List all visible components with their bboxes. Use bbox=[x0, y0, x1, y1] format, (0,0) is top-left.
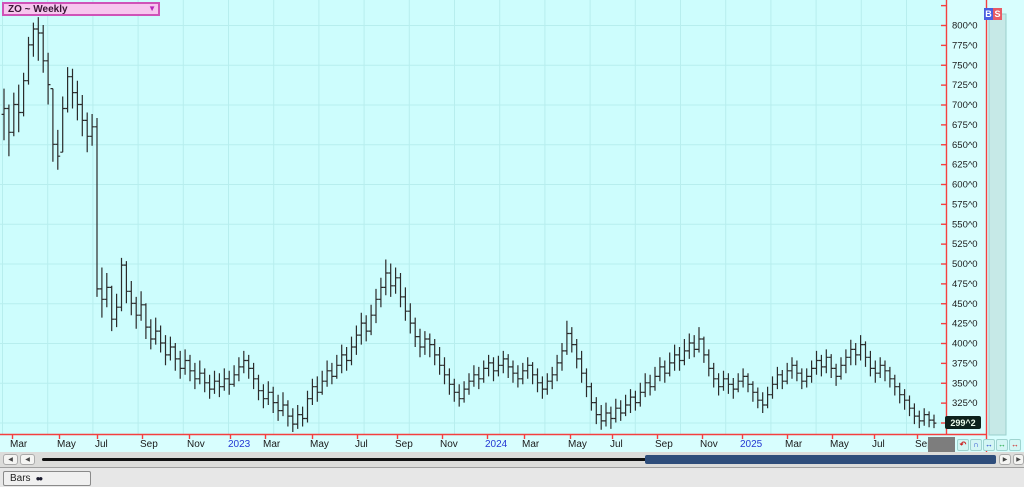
x-axis-tick-label: May bbox=[310, 439, 329, 450]
chart-tools: ↶ ∩ ↔ ↔ ↔ bbox=[957, 439, 1021, 451]
x-axis-tick-label: May bbox=[830, 439, 849, 450]
compress-bars-button[interactable]: ↔ bbox=[1009, 439, 1021, 451]
x-axis-tick-label: Sep bbox=[395, 439, 413, 450]
horizontal-scrollbar[interactable]: ◀ ◀ ▶ ▶ bbox=[0, 452, 1024, 467]
y-axis-tick-label: 800^0 bbox=[952, 21, 978, 32]
y-axis-tick-label: 575^0 bbox=[952, 199, 978, 210]
binoculars-icon: ●● bbox=[36, 474, 42, 483]
undo-button[interactable]: ↶ bbox=[957, 439, 969, 451]
y-axis-tick-label: 725^0 bbox=[952, 80, 978, 91]
x-axis-tick-label: Nov bbox=[187, 439, 205, 450]
x-axis-tick-label: Mar bbox=[522, 439, 540, 450]
scroll-far-right-button[interactable]: ▶ bbox=[1013, 454, 1024, 465]
x-axis-tick-label: May bbox=[57, 439, 76, 450]
scroll-left-button[interactable]: ◀ bbox=[20, 454, 35, 465]
x-axis-tick-label: Nov bbox=[700, 439, 718, 450]
x-axis-tick-label: May bbox=[568, 439, 587, 450]
status-bar: Bars ●● bbox=[0, 467, 1024, 487]
y-axis-tick-label: 350^0 bbox=[952, 378, 978, 389]
y-axis-tick-label: 750^0 bbox=[952, 60, 978, 71]
y-axis-tick-label: 475^0 bbox=[952, 279, 978, 290]
x-axis-tick-label: Jul bbox=[355, 439, 368, 450]
y-axis-tick-label: 500^0 bbox=[952, 259, 978, 270]
symbol-period-dropdown[interactable]: ZO ~ Weekly ▼ bbox=[2, 2, 160, 16]
x-axis-tick-label: 2025 bbox=[740, 439, 763, 450]
fit-width-icon: ↔ bbox=[985, 441, 993, 449]
x-axis-tick-label: Jul bbox=[872, 439, 885, 450]
y-axis-tick-label: 550^0 bbox=[952, 219, 978, 230]
x-axis-tick-label: Mar bbox=[263, 439, 281, 450]
arrow-left-icon: ◀ bbox=[25, 457, 30, 463]
y-axis-tick-label: 775^0 bbox=[952, 40, 978, 51]
x-axis-tick-label: Mar bbox=[785, 439, 803, 450]
y-axis-tick-label: 600^0 bbox=[952, 180, 978, 191]
symbol-period-label: ZO ~ Weekly bbox=[8, 4, 148, 15]
undo-icon: ↶ bbox=[960, 441, 967, 449]
x-axis-tick-label: Jul bbox=[95, 439, 108, 450]
expand-bars-button[interactable]: ↔ bbox=[996, 439, 1008, 451]
x-axis-tick-label: Jul bbox=[610, 439, 623, 450]
x-axis-tick-label: Sep bbox=[140, 439, 158, 450]
y-axis-tick-label: 700^0 bbox=[952, 100, 978, 111]
y-axis-tick-label: 325^0 bbox=[952, 398, 978, 409]
magnet-icon: ∩ bbox=[973, 441, 979, 449]
tab-bars[interactable]: Bars ●● bbox=[3, 471, 91, 486]
scroll-right-button[interactable]: ▶ bbox=[999, 454, 1011, 465]
scroll-far-left-button[interactable]: ◀ bbox=[3, 454, 18, 465]
chevron-down-icon: ▼ bbox=[148, 5, 156, 13]
y-axis-tick-label: 675^0 bbox=[952, 120, 978, 131]
arrow-right-icon: ▶ bbox=[1016, 457, 1021, 463]
axis-drag-handle[interactable] bbox=[928, 437, 955, 452]
arrow-right-icon: ▶ bbox=[1003, 457, 1008, 463]
y-axis-tick-label: 625^0 bbox=[952, 160, 978, 171]
x-axis-tick-label: 2023 bbox=[228, 439, 251, 450]
y-axis-tick-label: 525^0 bbox=[952, 239, 978, 250]
charting-app-window: 800^0 775^0 750^0 725^0 700^0 675^0 650^0 625^0… bbox=[0, 0, 1024, 487]
expand-bars-icon: ↔ bbox=[998, 441, 1006, 449]
vertical-zoom-strip[interactable] bbox=[989, 14, 1006, 435]
x-axis-tick-label: Nov bbox=[440, 439, 458, 450]
x-axis-tick-label: Sep bbox=[655, 439, 673, 450]
compress-bars-icon: ↔ bbox=[1011, 441, 1019, 449]
scrollbar-track[interactable] bbox=[42, 458, 646, 461]
x-axis-tick-label: Mar bbox=[10, 439, 28, 450]
magnet-button[interactable]: ∩ bbox=[970, 439, 982, 451]
arrow-left-icon: ◀ bbox=[8, 457, 13, 463]
y-axis-tick-label: 375^0 bbox=[952, 358, 978, 369]
y-axis-tick-label: 400^0 bbox=[952, 339, 978, 350]
sell-button[interactable]: S bbox=[993, 8, 1002, 20]
buy-button[interactable]: B bbox=[984, 8, 993, 20]
y-axis-tick-label: 425^0 bbox=[952, 319, 978, 330]
y-axis-tick-label: 450^0 bbox=[952, 299, 978, 310]
x-axis-tick-label: 2024 bbox=[485, 439, 508, 450]
y-axis-tick-label: 650^0 bbox=[952, 140, 978, 151]
fit-width-button[interactable]: ↔ bbox=[983, 439, 995, 451]
price-chart: 800^0 775^0 750^0 725^0 700^0 675^0 650^0 625^0… bbox=[0, 0, 1024, 452]
tab-bars-label: Bars bbox=[10, 473, 31, 484]
last-price-badge: 299^2 bbox=[945, 416, 981, 429]
scrollbar-thumb[interactable] bbox=[645, 455, 996, 464]
